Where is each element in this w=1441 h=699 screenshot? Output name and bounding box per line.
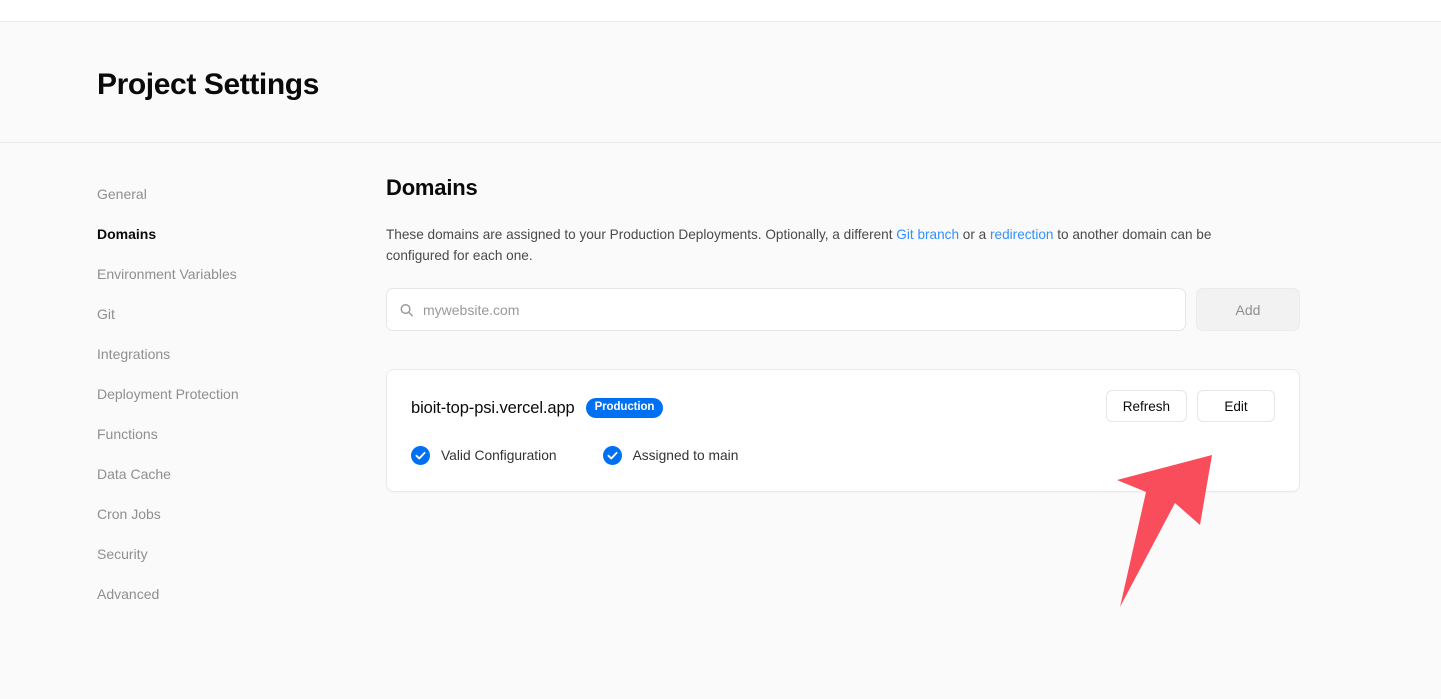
page-content: General Domains Environment Variables Gi…	[0, 144, 1441, 699]
domain-search-box[interactable]	[386, 288, 1186, 331]
status-assigned-to-branch: Assigned to main	[602, 446, 739, 465]
status-label: Valid Configuration	[441, 448, 557, 463]
description-part-1: These domains are assigned to your Produ…	[386, 227, 897, 242]
sidebar-item-general[interactable]: General	[97, 184, 357, 204]
search-icon	[399, 302, 414, 317]
domain-identity: bioit-top-psi.vercel.app Production	[411, 398, 664, 418]
domains-section: Domains These domains are assigned to yo…	[386, 174, 1300, 492]
check-circle-icon	[411, 446, 430, 465]
page-header: Project Settings	[0, 23, 1441, 143]
domain-status-row: Valid Configuration Assigned to main	[411, 446, 1275, 465]
section-title: Domains	[386, 175, 478, 200]
sidebar-item-domains[interactable]: Domains	[97, 224, 357, 244]
domain-card: bioit-top-psi.vercel.app Production Refr…	[386, 369, 1300, 492]
top-bar	[0, 0, 1441, 22]
sidebar-item-data-cache[interactable]: Data Cache	[97, 464, 357, 484]
domain-search-input[interactable]	[423, 301, 1173, 318]
sidebar-item-integrations[interactable]: Integrations	[97, 344, 357, 364]
domain-card-header: bioit-top-psi.vercel.app Production Refr…	[411, 390, 1275, 422]
sidebar-item-git[interactable]: Git	[97, 304, 357, 324]
domain-name[interactable]: bioit-top-psi.vercel.app	[411, 399, 575, 418]
add-domain-row: Add	[386, 288, 1300, 331]
domain-card-actions: Refresh Edit	[1105, 390, 1275, 422]
redirection-link[interactable]: redirection	[990, 227, 1053, 242]
sidebar-item-security[interactable]: Security	[97, 544, 357, 564]
status-badge-production: Production	[585, 398, 664, 418]
git-branch-link[interactable]: Git branch	[896, 227, 959, 242]
settings-sidebar: General Domains Environment Variables Gi…	[97, 184, 357, 604]
check-circle-icon	[602, 446, 622, 465]
sidebar-item-environment-variables[interactable]: Environment Variables	[97, 264, 357, 284]
status-label: Assigned to main	[632, 448, 739, 463]
sidebar-item-advanced[interactable]: Advanced	[97, 584, 357, 604]
sidebar-item-functions[interactable]: Functions	[97, 424, 357, 444]
edit-button[interactable]: Edit	[1197, 390, 1275, 422]
project-settings-page: Project Settings General Domains Environ…	[0, 0, 1441, 699]
page-title: Project Settings	[97, 68, 319, 101]
sidebar-item-cron-jobs[interactable]: Cron Jobs	[97, 504, 357, 524]
sidebar-item-deployment-protection[interactable]: Deployment Protection	[97, 384, 357, 404]
refresh-button[interactable]: Refresh	[1105, 390, 1187, 422]
description-part-2: or a	[959, 227, 990, 242]
add-domain-button[interactable]: Add	[1196, 288, 1300, 331]
section-description: These domains are assigned to your Produ…	[386, 224, 1276, 266]
status-valid-configuration: Valid Configuration	[411, 446, 557, 465]
